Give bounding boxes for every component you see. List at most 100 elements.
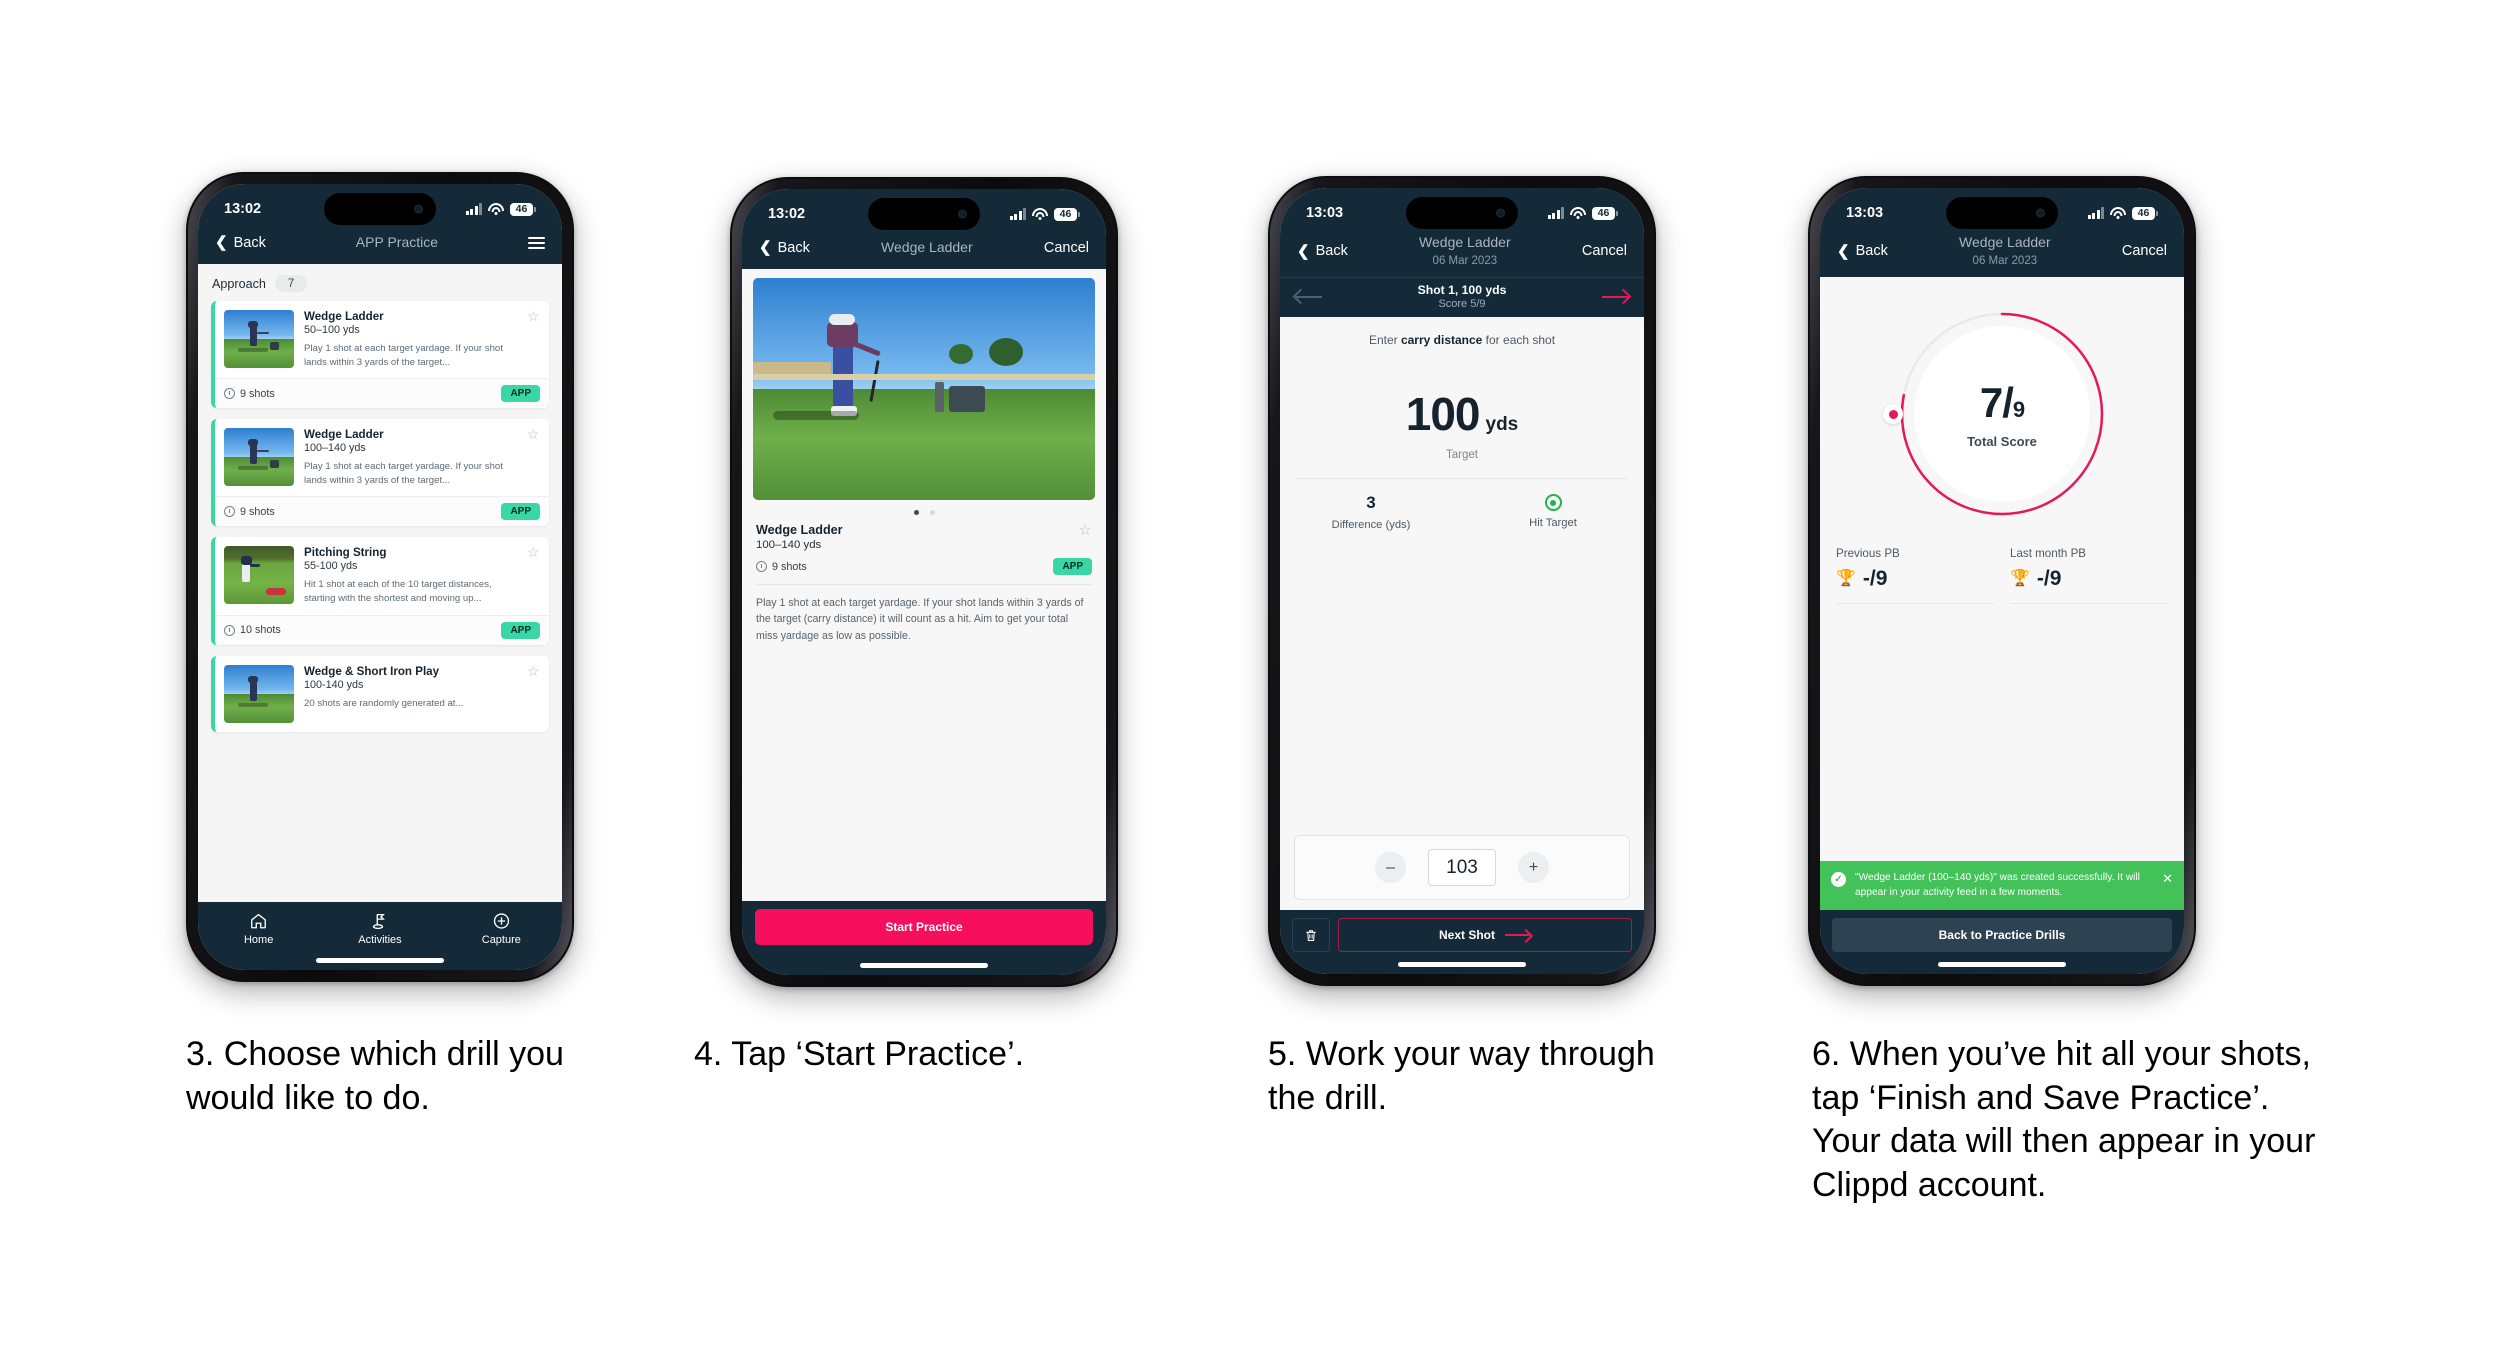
page-title-text: Wedge Ladder xyxy=(881,238,973,255)
back-button[interactable]: ❮ Back xyxy=(215,235,266,251)
cancel-button[interactable]: Cancel xyxy=(1582,243,1627,259)
previous-pb-label: Previous PB xyxy=(1836,547,1900,561)
score-slash: / xyxy=(2002,379,2014,427)
carousel-dots[interactable] xyxy=(742,500,1106,523)
target-unit: yds xyxy=(1485,414,1519,436)
drill-card[interactable]: ☆ Wedge Ladder 50–100 yds Play 1 shot at… xyxy=(211,301,549,409)
cta-footer: Start Practice xyxy=(742,901,1106,955)
trash-icon xyxy=(1306,929,1316,941)
back-label: Back xyxy=(233,234,266,251)
success-toast: ✓ "Wedge Ladder (100–140 yds)" was creat… xyxy=(1820,861,2184,910)
personal-bests: Previous PB 🏆 -/9 Last month PB 🏆 -/9 xyxy=(1820,523,2184,605)
home-indicator xyxy=(198,950,562,970)
favourite-star-icon[interactable]: ☆ xyxy=(1079,523,1092,538)
favourite-star-icon[interactable]: ☆ xyxy=(527,427,540,441)
battery-tip-icon xyxy=(1078,211,1080,217)
drill-description: Hit 1 shot at each of the 10 target dist… xyxy=(304,579,492,605)
drill-shots: 9 shots xyxy=(224,388,275,400)
phone-2-screen: 13:02 46 ❮ Back Wedge Ladder Cancel ☆ We… xyxy=(742,189,1106,975)
close-icon[interactable]: ✕ xyxy=(2162,872,2173,885)
drill-card-top: ☆ Pitching String 55-100 yds Hit 1 shot … xyxy=(215,537,549,614)
distance-input[interactable]: 103 xyxy=(1428,849,1496,886)
carousel-dot[interactable] xyxy=(929,510,935,515)
drill-card[interactable]: ☆ Wedge Ladder 100–140 yds Play 1 shot a… xyxy=(211,419,549,527)
page-title: APP Practice xyxy=(356,234,438,251)
divider xyxy=(1836,603,1994,605)
section-count-badge: 7 xyxy=(274,275,308,292)
difference-value: 3 xyxy=(1366,493,1376,513)
drill-card-info: ☆ Wedge Ladder 100–140 yds Play 1 shot a… xyxy=(304,427,540,487)
favourite-star-icon[interactable]: ☆ xyxy=(527,309,540,323)
trophy-icon: 🏆 xyxy=(1836,570,1856,588)
status-indicators: 46 xyxy=(2087,206,2158,220)
phone-4-screen: 13:03 46 ❮ Back Wedge Ladder 06 Mar 2023… xyxy=(1820,188,2184,974)
phone-mockup-1: 13:02 46 ❮ Back APP Practice Approach 7 … xyxy=(186,172,574,982)
front-camera-icon xyxy=(958,209,967,219)
summary-footer: Back to Practice Drills xyxy=(1820,910,2184,954)
wifi-icon xyxy=(2110,207,2126,219)
caption-step-5: 5. Work your way through the drill. xyxy=(1268,1035,1655,1117)
drill-title: Wedge Ladder xyxy=(304,428,384,442)
cellular-signal-icon xyxy=(465,203,482,215)
wifi-icon xyxy=(488,203,504,215)
drill-title: Pitching String xyxy=(304,546,387,560)
wifi-icon xyxy=(1032,208,1048,220)
back-button[interactable]: ❮ Back xyxy=(1837,243,1888,259)
back-button[interactable]: ❮ Back xyxy=(1297,243,1348,259)
battery-tip-icon xyxy=(1616,210,1618,216)
entry-prompt-post: for each shot xyxy=(1482,333,1556,348)
chevron-left-icon: ❮ xyxy=(215,234,228,251)
arrow-right-icon xyxy=(1505,929,1531,941)
favourite-star-icon[interactable]: ☆ xyxy=(527,664,540,678)
trophy-icon: 🏆 xyxy=(2010,570,2030,588)
decrement-button[interactable]: – xyxy=(1375,852,1406,883)
status-time: 13:03 xyxy=(1306,205,1344,221)
battery-level: 46 xyxy=(510,202,533,216)
tab-capture[interactable]: Capture xyxy=(441,912,561,946)
carousel-dot-active[interactable] xyxy=(913,510,919,515)
tab-home[interactable]: Home xyxy=(199,912,319,946)
status-time: 13:02 xyxy=(768,206,806,222)
nav-bar: ❮ Back Wedge Ladder 06 Mar 2023 Cancel xyxy=(1280,234,1644,278)
drill-shots-label: 10 shots xyxy=(240,624,281,637)
drill-shots-label: 9 shots xyxy=(240,505,275,518)
back-button[interactable]: ❮ Back xyxy=(759,240,810,256)
hamburger-icon[interactable] xyxy=(528,236,545,249)
target-value: 100 xyxy=(1405,388,1481,441)
toast-message: "Wedge Ladder (100–140 yds)" was created… xyxy=(1855,872,2140,898)
favourite-star-icon[interactable]: ☆ xyxy=(527,545,540,559)
clock-icon xyxy=(224,624,235,636)
phone-mockup-2: 13:02 46 ❮ Back Wedge Ladder Cancel ☆ We… xyxy=(730,177,1118,987)
cancel-button[interactable]: Cancel xyxy=(1044,240,1089,256)
front-camera-icon xyxy=(414,204,423,214)
bottom-tab-bar: Home Activities Capture xyxy=(198,902,562,950)
drill-card-info: ☆ Wedge & Short Iron Play 100-140 yds 20… xyxy=(304,664,540,723)
next-shot-button[interactable]: Next Shot xyxy=(1338,918,1632,952)
tab-activities[interactable]: Activities xyxy=(320,912,440,946)
page-title: Wedge Ladder 06 Mar 2023 xyxy=(1419,234,1511,268)
drill-card[interactable]: ☆ Pitching String 55-100 yds Hit 1 shot … xyxy=(211,537,549,645)
home-indicator xyxy=(1820,954,2184,974)
drill-shots: 10 shots xyxy=(224,624,281,636)
drill-title: Wedge Ladder xyxy=(756,523,843,537)
page-title: Wedge Ladder xyxy=(881,239,973,256)
back-to-practice-drills-button[interactable]: Back to Practice Drills xyxy=(1832,918,2172,952)
back-label: Back xyxy=(1315,243,1348,260)
back-label: Back xyxy=(777,239,810,256)
status-indicators: 46 xyxy=(1547,206,1618,220)
increment-button[interactable]: + xyxy=(1518,852,1549,883)
drill-card[interactable]: ☆ Wedge & Short Iron Play 100-140 yds 20… xyxy=(211,655,549,732)
start-practice-button[interactable]: Start Practice xyxy=(755,909,1093,945)
home-indicator xyxy=(1280,954,1644,974)
front-camera-icon xyxy=(2036,208,2045,218)
next-shot-arrow-icon[interactable] xyxy=(1600,289,1630,305)
previous-shot-arrow-icon[interactable] xyxy=(1294,289,1324,305)
last-month-pb: Last month PB 🏆 -/9 xyxy=(2010,547,2168,605)
tab-capture-label: Capture xyxy=(481,934,521,946)
cancel-button[interactable]: Cancel xyxy=(2122,243,2167,259)
score-ring: 7/9 Total Score xyxy=(1883,305,2111,523)
drill-shots-label: 9 shots xyxy=(772,560,807,573)
drill-shots: 9 shots xyxy=(224,506,275,518)
status-bar: 13:03 46 xyxy=(1820,188,2184,234)
delete-shot-button[interactable] xyxy=(1292,918,1330,952)
